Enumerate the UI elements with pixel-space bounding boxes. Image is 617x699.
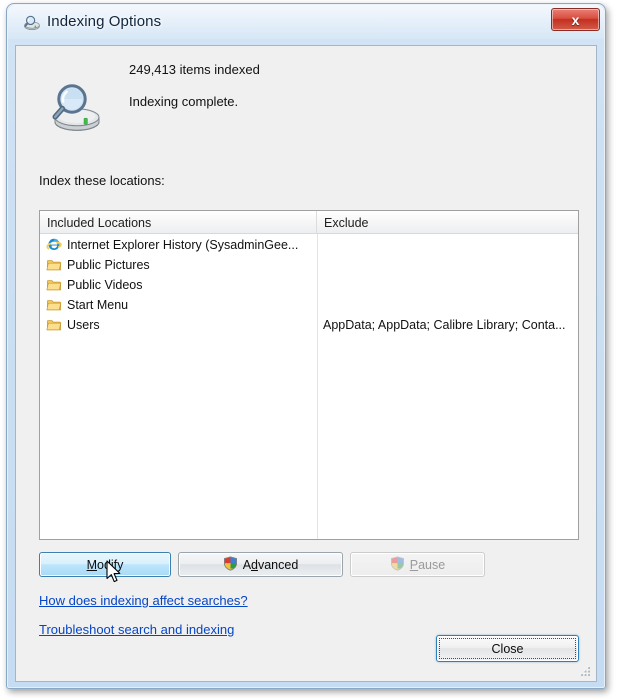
exclude-cell [323, 275, 574, 295]
title-bar[interactable]: Indexing Options x [7, 4, 605, 40]
resize-grip[interactable] [578, 664, 592, 678]
close-window-button[interactable]: x [551, 8, 600, 31]
location-name-text: Users [67, 318, 100, 332]
table-row[interactable]: Users AppData; AppData; Calibre Library;… [40, 315, 578, 335]
table-row[interactable]: Internet Explorer History (SysadminGee..… [40, 235, 578, 255]
location-name-cell: Users [46, 315, 314, 335]
indexing-options-window: Indexing Options x 249,413 items indexed [6, 3, 606, 689]
close-icon: x [571, 11, 580, 28]
folder-icon [46, 297, 62, 313]
pause-button-label: Pause [409, 557, 446, 572]
location-name-text: Internet Explorer History (SysadminGee..… [67, 238, 299, 252]
dialog-client-area: 249,413 items indexed Indexing complete.… [15, 45, 597, 682]
location-name-cell: Public Videos [46, 275, 314, 295]
window-title: Indexing Options [47, 13, 162, 30]
how-does-indexing-affect-searches-link[interactable]: How does indexing affect searches? [39, 593, 248, 608]
column-header-included-locations[interactable]: Included Locations [40, 211, 317, 234]
location-name-cell: Start Menu [46, 295, 314, 315]
location-name-text: Start Menu [67, 298, 129, 312]
folder-icon [46, 277, 62, 293]
close-button[interactable]: Close [436, 635, 579, 662]
included-locations-listview[interactable]: Included Locations Exclude Internet Expl… [39, 210, 579, 540]
folder-icon [46, 257, 62, 273]
exclude-cell [323, 295, 574, 315]
indexing-options-icon [23, 14, 41, 32]
advanced-button-label: Advanced [242, 557, 299, 572]
table-row[interactable]: Public Videos [40, 275, 578, 295]
modify-button[interactable]: Modify [39, 552, 171, 577]
exclude-cell [323, 255, 574, 275]
troubleshoot-search-and-indexing-link[interactable]: Troubleshoot search and indexing [39, 622, 234, 637]
uac-shield-icon [223, 555, 238, 574]
listview-header: Included Locations Exclude [40, 211, 578, 234]
exclude-cell: AppData; AppData; Calibre Library; Conta… [323, 318, 566, 332]
table-row[interactable]: Public Pictures [40, 255, 578, 275]
internet-explorer-icon [46, 237, 62, 253]
exclude-cell [323, 235, 574, 255]
indexing-state-text: Indexing complete. [129, 94, 239, 109]
advanced-button[interactable]: Advanced [178, 552, 343, 577]
location-name-cell: Internet Explorer History (SysadminGee..… [46, 235, 314, 255]
magnifier-over-drive-icon [48, 78, 106, 136]
table-row[interactable]: Start Menu [40, 295, 578, 315]
location-name-text: Public Videos [67, 278, 143, 292]
uac-shield-icon [390, 555, 405, 574]
pause-button[interactable]: Pause [350, 552, 485, 577]
listview-body: Internet Explorer History (SysadminGee..… [40, 235, 578, 539]
folder-icon [46, 317, 62, 333]
modify-button-label: Modify [86, 557, 124, 572]
close-button-label: Close [491, 641, 524, 656]
column-header-exclude[interactable]: Exclude [317, 211, 578, 234]
items-indexed-text: 249,413 items indexed [129, 62, 260, 77]
location-name-text: Public Pictures [67, 258, 150, 272]
location-name-cell: Public Pictures [46, 255, 314, 275]
index-locations-label: Index these locations: [39, 173, 165, 188]
